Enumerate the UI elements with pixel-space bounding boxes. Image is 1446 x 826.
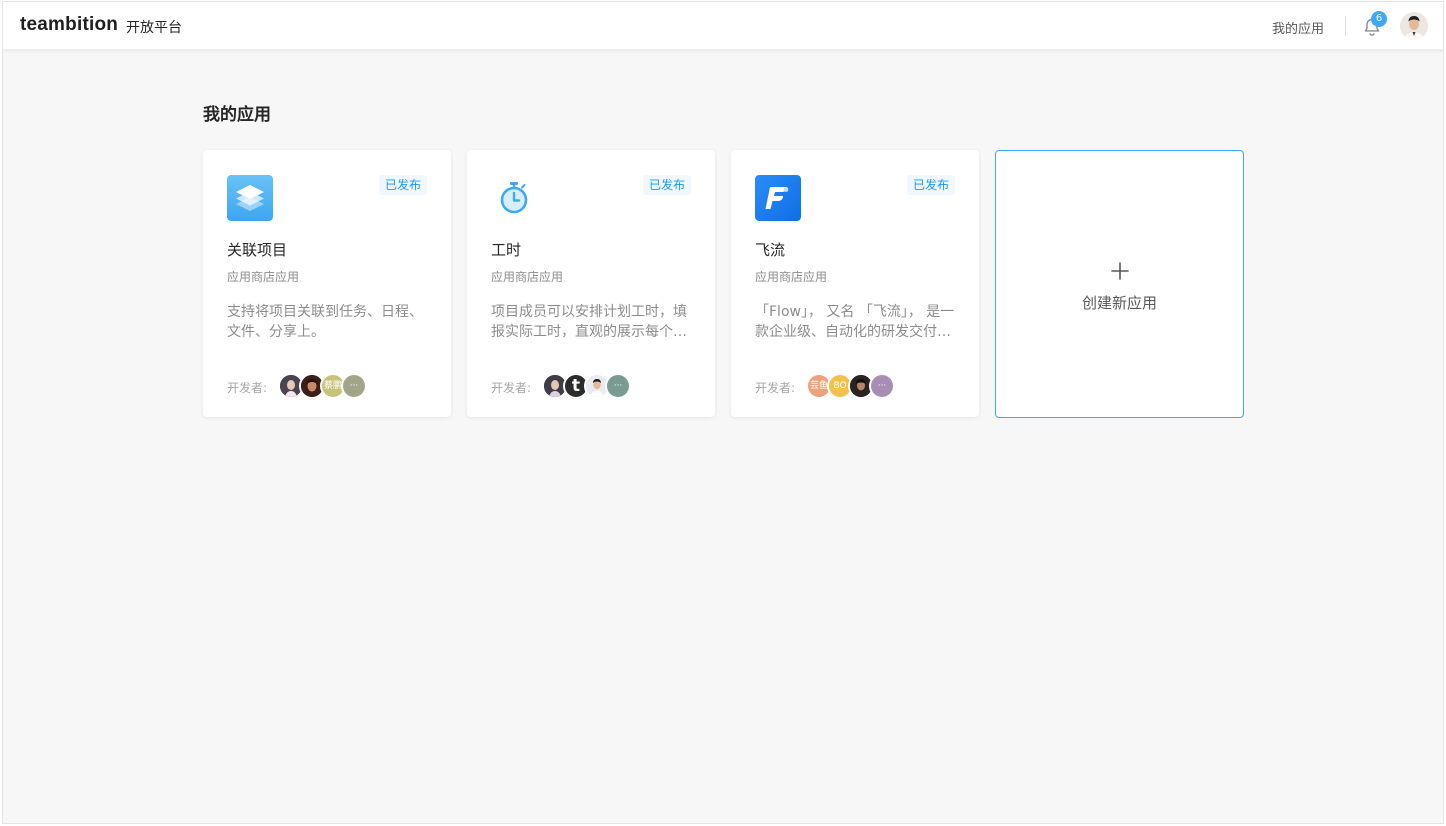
notification-badge: 6 <box>1371 11 1387 27</box>
app-name: 飞流 <box>755 241 786 259</box>
app-description: 项目成员可以安排计划工时，填报实际工时，直观的展示每个成员的工作情况。 <box>491 304 687 340</box>
stopwatch-icon <box>491 175 537 221</box>
developer-avatars: 蔡鹏 ··· <box>278 373 367 399</box>
app-card-related-project[interactable]: 已发布 关联项目 应用商店应用 支持将项目关联到任务、日程、文件、分享上。 开发… <box>203 150 451 417</box>
app-name: 工时 <box>491 241 522 259</box>
developer-label: 开发者: <box>227 381 268 395</box>
status-badge: 已发布 <box>642 175 691 195</box>
app-name: 关联项目 <box>227 241 288 259</box>
app-frame: teambition 开放平台 我的应用 6 我的应用 已发布 关联项目 应用商… <box>2 1 1444 824</box>
top-bar: teambition 开放平台 我的应用 6 <box>3 2 1443 50</box>
app-type: 应用商店应用 <box>491 270 564 284</box>
flow-icon <box>755 175 801 221</box>
app-description: 支持将项目关联到任务、日程、文件、分享上。 <box>227 304 423 340</box>
brand-logo[interactable]: teambition <box>20 14 118 36</box>
app-description: 「Flow」， 又名 「飞流」， 是一款企业级、自动化的研发交付流水线。 <box>755 304 955 340</box>
brand-subtitle: 开放平台 <box>126 20 182 36</box>
developer-avatar-more[interactable]: ··· <box>869 373 895 399</box>
app-type: 应用商店应用 <box>755 270 828 284</box>
layers-icon <box>227 175 273 221</box>
status-badge: 已发布 <box>906 175 955 195</box>
create-app-button[interactable]: 创建新应用 <box>995 150 1244 418</box>
plus-icon <box>1110 261 1130 281</box>
status-badge: 已发布 <box>378 175 427 195</box>
developer-avatars: t ··· <box>542 373 631 399</box>
create-app-label: 创建新应用 <box>1081 294 1157 312</box>
developer-avatars: 芸鱼 BO ··· <box>806 373 895 399</box>
app-type: 应用商店应用 <box>227 270 300 284</box>
developer-label: 开发者: <box>491 381 532 395</box>
app-card-flow[interactable]: 已发布 飞流 应用商店应用 「Flow」， 又名 「飞流」， 是一款企业级、自动… <box>731 150 979 417</box>
page-title: 我的应用 <box>203 105 271 125</box>
app-card-work-hours[interactable]: 已发布 工时 应用商店应用 项目成员可以安排计划工时，填报实际工时，直观的展示每… <box>467 150 715 417</box>
nav-my-apps-link[interactable]: 我的应用 <box>1272 18 1324 37</box>
user-avatar[interactable] <box>1400 12 1428 40</box>
nav-divider <box>1345 16 1346 36</box>
developer-label: 开发者: <box>755 381 796 395</box>
developer-avatar-more[interactable]: ··· <box>341 373 367 399</box>
developer-avatar-more[interactable]: ··· <box>605 373 631 399</box>
